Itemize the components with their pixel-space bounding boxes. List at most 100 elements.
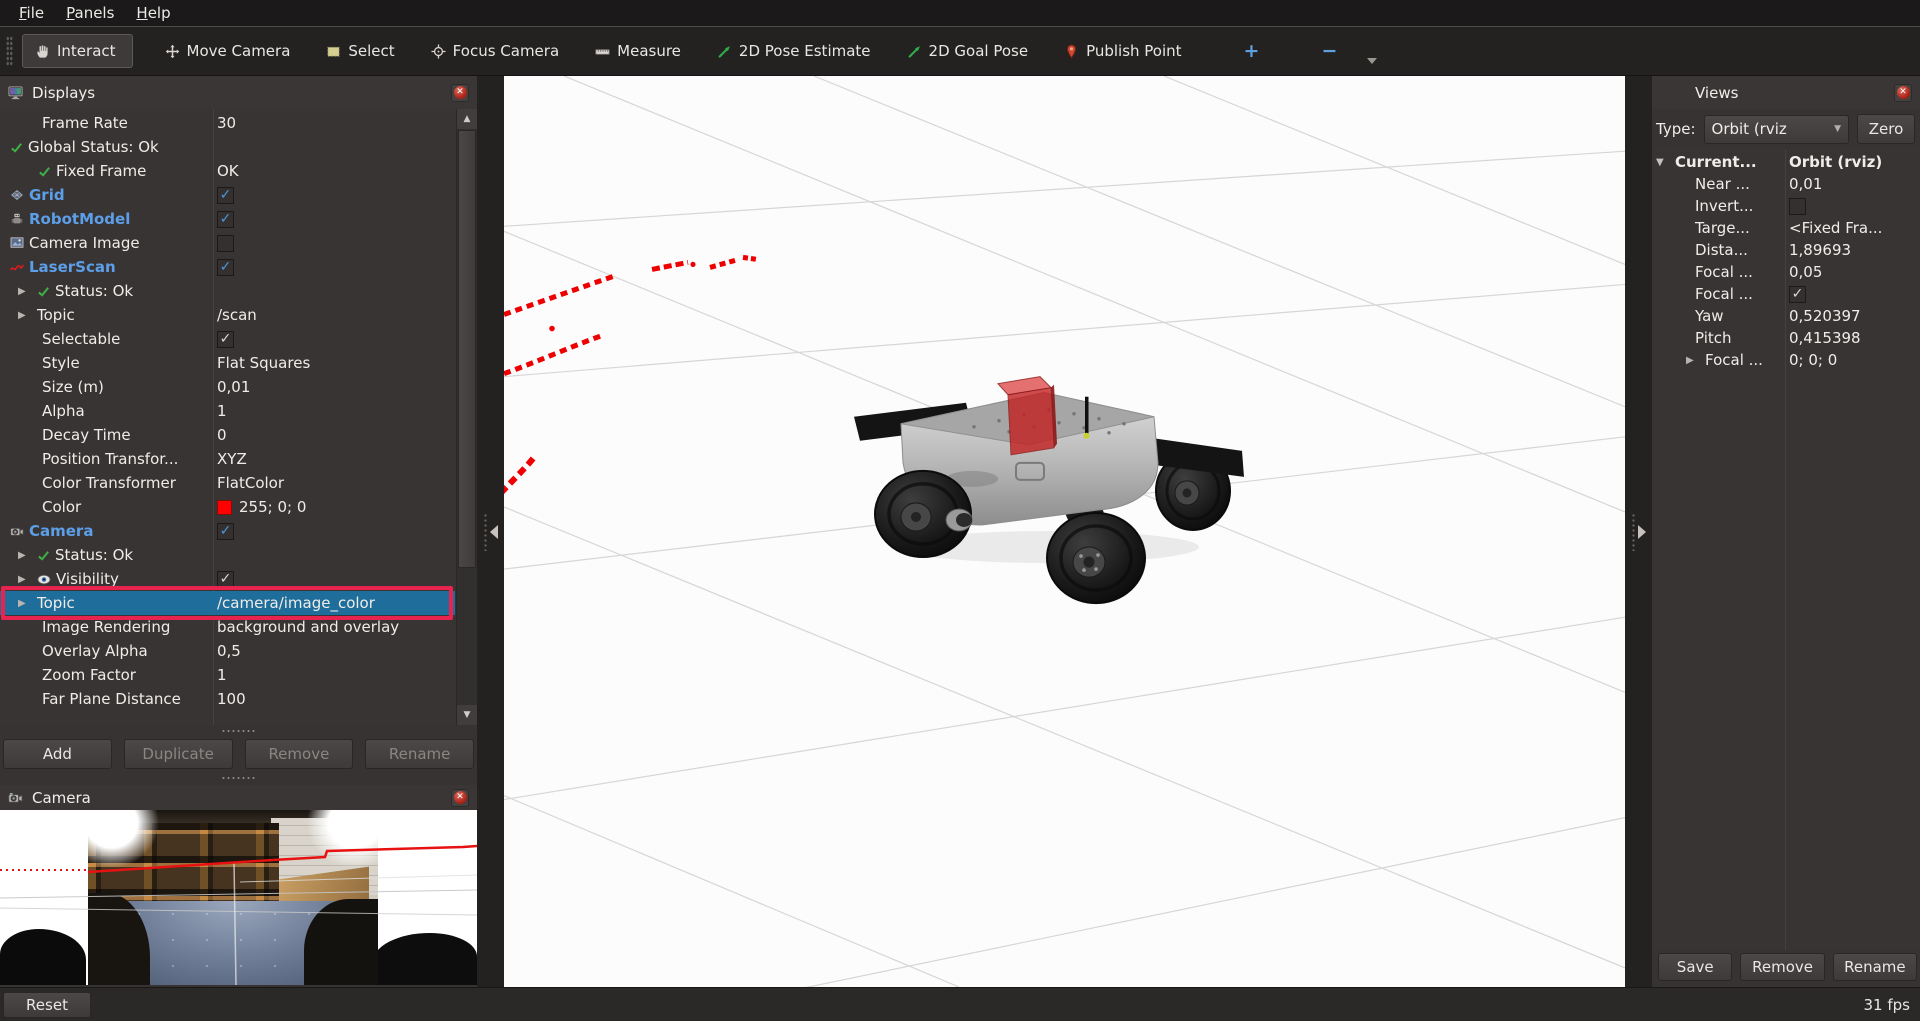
tree-row-camera[interactable]: Camera✓ <box>0 519 455 543</box>
tree-row-status-ok[interactable]: ▶Status: Ok <box>0 543 455 567</box>
row-label: LaserScan <box>29 258 116 276</box>
views-close-button[interactable]: ✕ <box>1894 84 1912 102</box>
tree-row-size-m[interactable]: Size (m)0,01 <box>0 375 455 399</box>
views-panel-titlebar: Views ✕ <box>1652 76 1920 109</box>
tree-row-near[interactable]: Near ...0,01 <box>1652 173 1920 195</box>
collapse-right-handle[interactable] <box>1625 510 1652 554</box>
zero-button[interactable]: Zero <box>1857 114 1915 144</box>
tree-row-selectable[interactable]: Selectable✓ <box>0 327 455 351</box>
tree-row-visibility[interactable]: ▶Visibility✓ <box>0 567 455 591</box>
save-button[interactable]: Save <box>1658 953 1732 981</box>
tool-interact[interactable]: Interact <box>22 34 133 68</box>
checkbox[interactable] <box>1789 198 1806 215</box>
left-splitter[interactable] <box>477 76 504 987</box>
add-button[interactable]: Add <box>3 739 112 769</box>
tree-row-dista[interactable]: Dista...1,89693 <box>1652 239 1920 261</box>
checkbox[interactable]: ✓ <box>217 187 234 204</box>
checkbox[interactable]: ✓ <box>217 211 234 228</box>
view-type-dropdown[interactable]: Orbit (rviz ▼ <box>1704 115 1849 144</box>
panel-splitter-handle[interactable] <box>0 725 477 737</box>
tree-row-overlay-alpha[interactable]: Overlay Alpha0,5 <box>0 639 455 663</box>
scroll-down-icon[interactable]: ▼ <box>457 705 477 725</box>
tree-row-alpha[interactable]: Alpha1 <box>0 399 455 423</box>
tool-focus-camera[interactable]: Focus Camera <box>421 36 569 66</box>
tree-row-color[interactable]: Color255; 0; 0 <box>0 495 455 519</box>
tool-goal-pose[interactable]: 2D Goal Pose <box>897 36 1039 66</box>
tree-row-style[interactable]: StyleFlat Squares <box>0 351 455 375</box>
checkbox[interactable]: ✓ <box>217 523 234 540</box>
tool-publish-point[interactable]: Publish Point <box>1054 36 1191 66</box>
expander-icon[interactable]: ▶ <box>18 598 32 609</box>
tree-row-position-transfor[interactable]: Position Transfor...XYZ <box>0 447 455 471</box>
tool-measure[interactable]: Measure <box>585 36 691 66</box>
menu-item-file[interactable]: File <box>8 2 55 24</box>
checkbox[interactable]: ✓ <box>217 331 234 348</box>
tree-row-robotmodel[interactable]: RobotModel✓ <box>0 207 455 231</box>
menu-item-panels[interactable]: Panels <box>55 2 125 24</box>
color-swatch[interactable] <box>217 500 232 515</box>
views-panel: Views ✕ Type: Orbit (rviz ▼ Zero ▼Curren… <box>1652 76 1920 987</box>
checkbox[interactable]: ✓ <box>217 571 234 588</box>
camera-close-button[interactable]: ✕ <box>451 789 469 807</box>
tool-pose-estimate[interactable]: 2D Pose Estimate <box>707 36 881 66</box>
row-value: 0,415398 <box>1789 329 1861 347</box>
tree-row-decay-time[interactable]: Decay Time0 <box>0 423 455 447</box>
menu-item-help[interactable]: Help <box>125 2 181 24</box>
tree-row-fixed-frame[interactable]: Fixed FrameOK <box>0 159 455 183</box>
tree-row-topic[interactable]: ▶Topic/camera/image_color <box>0 591 455 615</box>
tool-add-tool[interactable]: + <box>1234 38 1270 64</box>
tree-row-invert[interactable]: Invert... <box>1652 195 1920 217</box>
expander-icon[interactable]: ▼ <box>1656 157 1670 168</box>
tree-row-yaw[interactable]: Yaw0,520397 <box>1652 305 1920 327</box>
rename-button[interactable]: Rename <box>365 739 474 769</box>
rename-button[interactable]: Rename <box>1833 953 1917 981</box>
expander-icon[interactable]: ▶ <box>18 286 32 297</box>
tree-row-topic[interactable]: ▶Topic/scan <box>0 303 455 327</box>
tree-row-focal[interactable]: Focal ...0,05 <box>1652 261 1920 283</box>
reset-button[interactable]: Reset <box>3 992 91 1018</box>
tree-row-focal[interactable]: ▶Focal ...0; 0; 0 <box>1652 349 1920 371</box>
tree-row-pitch[interactable]: Pitch0,415398 <box>1652 327 1920 349</box>
3d-viewport[interactable] <box>504 76 1625 987</box>
tree-row-frame-rate[interactable]: Frame Rate30 <box>0 111 455 135</box>
tree-row-color-transformer[interactable]: Color TransformerFlatColor <box>0 471 455 495</box>
scrollbar-thumb[interactable] <box>458 130 476 568</box>
tree-row-zoom-factor[interactable]: Zoom Factor1 <box>0 663 455 687</box>
tree-row-far-plane-distance[interactable]: Far Plane Distance100 <box>0 687 455 711</box>
displays-panel-titlebar: Displays ✕ <box>0 76 477 109</box>
expander-icon[interactable]: ▶ <box>18 550 32 561</box>
tree-row-camera-image[interactable]: Camera Image <box>0 231 455 255</box>
scroll-up-icon[interactable]: ▲ <box>457 109 477 129</box>
toolbar-grip-handle[interactable] <box>6 36 13 66</box>
remove-button[interactable]: Remove <box>245 739 354 769</box>
tree-row-targe[interactable]: Targe...<Fixed Fra... <box>1652 217 1920 239</box>
tree-row-current[interactable]: ▼Current...Orbit (rviz) <box>1652 151 1920 173</box>
checkbox[interactable]: ✓ <box>217 259 234 276</box>
checkbox[interactable] <box>217 235 234 252</box>
tree-row-image-rendering[interactable]: Image Renderingbackground and overlay <box>0 615 455 639</box>
panel-splitter-handle[interactable] <box>0 771 477 785</box>
expander-icon[interactable]: ▶ <box>1686 355 1700 366</box>
tool-select[interactable]: Select <box>316 36 404 66</box>
tool-label: 2D Pose Estimate <box>739 42 871 60</box>
3d-scene <box>504 76 1625 987</box>
displays-close-button[interactable]: ✕ <box>451 84 469 102</box>
right-splitter[interactable] <box>1625 76 1652 987</box>
checkbox[interactable]: ✓ <box>1789 286 1806 303</box>
tree-row-status-ok[interactable]: ▶Status: Ok <box>0 279 455 303</box>
tree-row-laserscan[interactable]: LaserScan ✓ <box>0 255 455 279</box>
tree-row-global-status-ok[interactable]: Global Status: Ok <box>0 135 455 159</box>
collapse-left-handle[interactable] <box>477 510 504 554</box>
overflow-chevron-icon[interactable] <box>1367 58 1377 64</box>
remove-button[interactable]: Remove <box>1740 953 1824 981</box>
tree-row-grid[interactable]: Grid✓ <box>0 183 455 207</box>
expander-icon[interactable]: ▶ <box>18 310 32 321</box>
duplicate-button[interactable]: Duplicate <box>124 739 233 769</box>
publish-point-icon <box>1064 44 1079 59</box>
tool-move-camera[interactable]: Move Camera <box>155 36 301 66</box>
expander-icon[interactable]: ▶ <box>18 574 32 585</box>
eye-icon <box>37 574 51 585</box>
tree-row-focal[interactable]: Focal ...✓ <box>1652 283 1920 305</box>
displays-scrollbar[interactable]: ▲ ▼ <box>456 109 477 725</box>
tool-remove-tool[interactable]: − <box>1311 38 1347 64</box>
